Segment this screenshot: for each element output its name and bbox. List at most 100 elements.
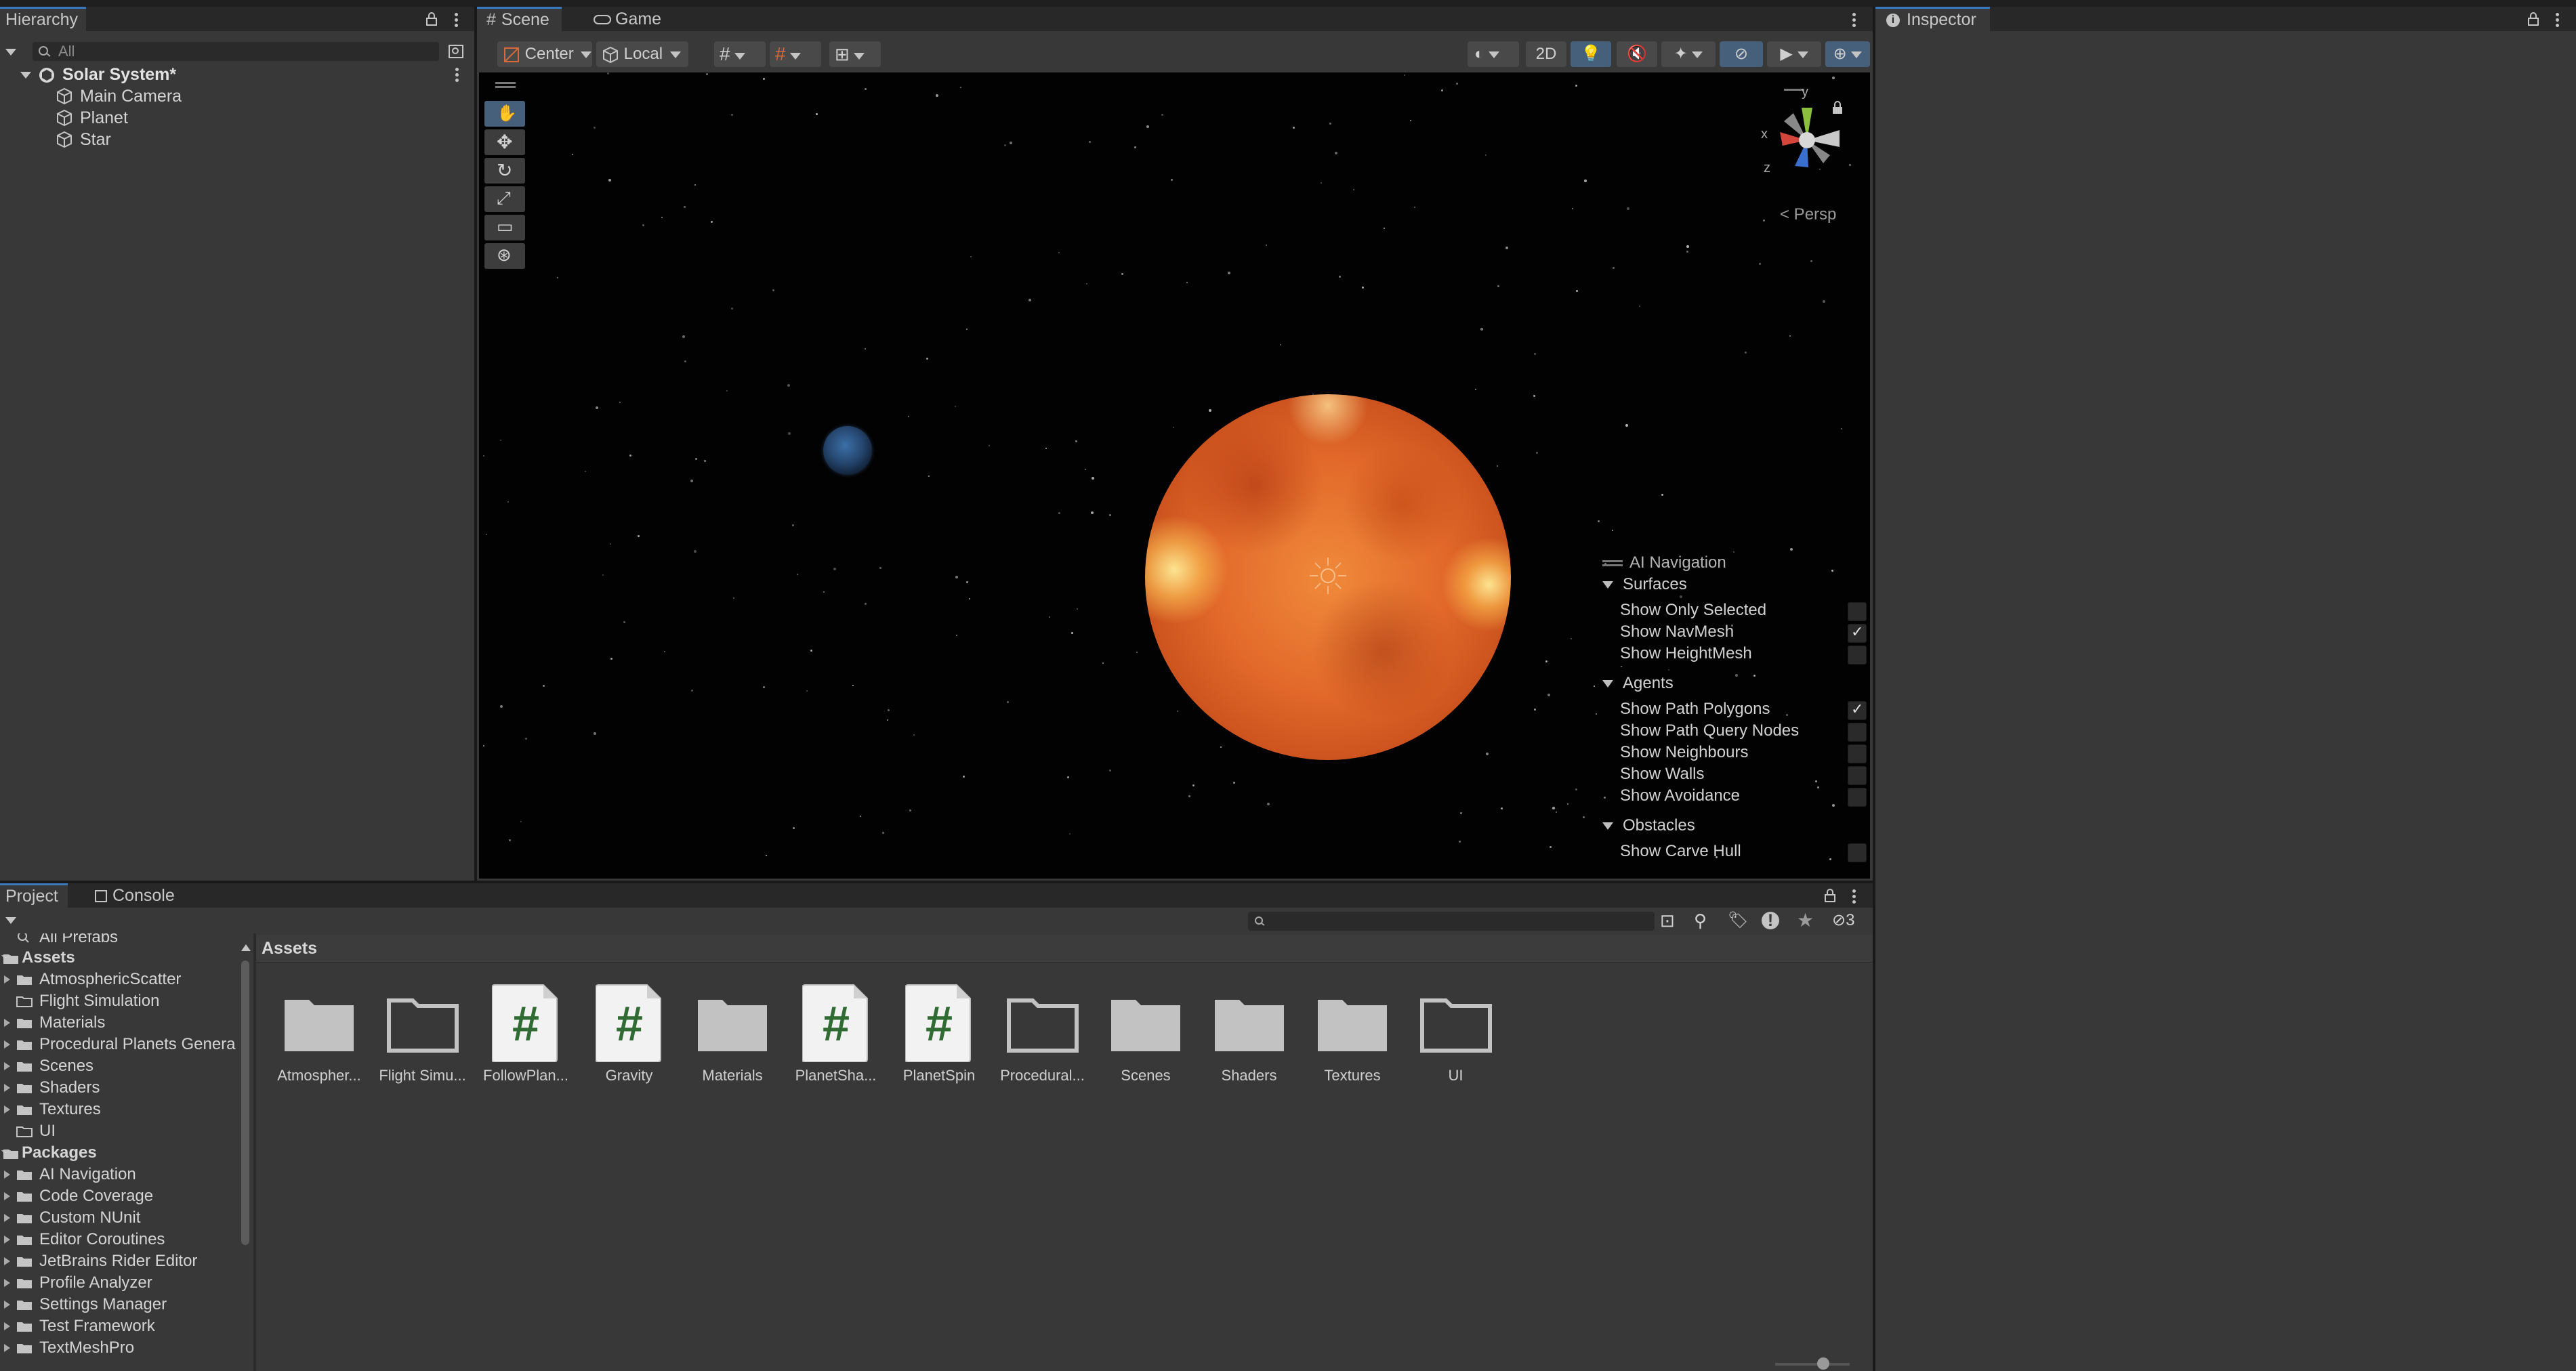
asset-item[interactable]: # FollowPlan... — [475, 982, 577, 1091]
log-type-icon[interactable]: ! — [1762, 912, 1779, 929]
tree-item[interactable]: AI Navigation — [0, 1164, 240, 1185]
tree-item[interactable]: Settings Manager — [0, 1294, 240, 1315]
axis-cone-icon[interactable] — [1760, 93, 1854, 188]
tree-item[interactable]: Test Framework — [0, 1315, 240, 1337]
overlay-section-1[interactable]: Agents — [1602, 673, 1674, 694]
expand-arrow-icon[interactable] — [4, 1279, 10, 1287]
tree-item[interactable]: Editor Coroutines — [0, 1229, 240, 1250]
hierarchy-item-planet[interactable]: Planet — [0, 107, 474, 129]
expand-arrow-icon[interactable] — [4, 1192, 10, 1200]
tree-item[interactable]: Textures — [0, 1099, 240, 1120]
create-dropdown-icon[interactable] — [5, 49, 16, 56]
transform-tool[interactable]: ⊛ — [484, 243, 525, 269]
space-dropdown[interactable]: Local — [596, 41, 688, 67]
option-checkbox[interactable] — [1848, 788, 1867, 807]
overlay-section-2[interactable]: Obstacles — [1602, 815, 1695, 837]
lock-icon[interactable] — [2527, 12, 2539, 26]
hierarchy-item-star[interactable]: Star — [0, 129, 474, 150]
grid-visibility-toggle[interactable]: # — [714, 41, 766, 67]
option-checkbox[interactable] — [1848, 646, 1867, 665]
scene-menu-icon[interactable] — [455, 67, 459, 83]
hierarchy-search-input[interactable]: All — [33, 42, 439, 61]
breadcrumb-assets[interactable]: Assets — [262, 935, 317, 962]
move-tool[interactable]: ✥ — [484, 129, 525, 155]
inspector-menu-icon[interactable] — [2556, 12, 2560, 28]
expand-arrow-icon[interactable] — [4, 1322, 10, 1330]
camera-settings-dropdown[interactable]: ▶ — [1767, 41, 1821, 67]
overlay-section-0[interactable]: Surfaces — [1602, 574, 1687, 595]
tab-scene[interactable]: # Scene — [477, 7, 562, 31]
grid-snapping-toggle[interactable]: # — [770, 41, 821, 67]
expand-arrow-icon[interactable] — [4, 1214, 10, 1222]
expand-arrow-icon[interactable] — [4, 1344, 10, 1352]
tree-item[interactable]: Shaders — [0, 1077, 240, 1099]
draw-mode-dropdown[interactable]: ◐ — [1468, 41, 1519, 67]
tree-root-packages[interactable]: Packages — [0, 1142, 240, 1164]
projection-toggle[interactable]: < Persp — [1780, 205, 1836, 224]
hierarchy-scene-row[interactable]: Solar System* — [0, 64, 474, 85]
option-checkbox[interactable] — [1848, 723, 1867, 742]
asset-item[interactable]: Flight Simu... — [372, 982, 474, 1091]
asset-item[interactable]: Atmospher... — [268, 982, 370, 1091]
tab-hierarchy[interactable]: Hierarchy — [0, 7, 86, 31]
hand-tool[interactable]: ✋ — [484, 101, 525, 127]
rect-tool[interactable]: ▭ — [484, 215, 525, 240]
rotate-tool[interactable]: ↻ — [484, 158, 525, 184]
option-checkbox[interactable] — [1848, 744, 1867, 763]
project-search-input[interactable] — [1248, 912, 1655, 931]
lighting-toggle[interactable]: 💡 — [1571, 41, 1611, 67]
asset-item[interactable]: Textures — [1302, 982, 1403, 1091]
option-checkbox[interactable]: ✓ — [1848, 623, 1867, 643]
expand-arrow-icon[interactable] — [4, 1062, 10, 1070]
asset-item[interactable]: Scenes — [1095, 982, 1197, 1091]
lock-icon[interactable] — [1824, 889, 1836, 902]
expand-arrow-icon[interactable] — [4, 1040, 10, 1049]
planet-object[interactable] — [823, 426, 872, 475]
tree-item[interactable]: Procedural Planets Genera — [0, 1034, 240, 1055]
favorite-item[interactable]: All Prefabs — [0, 933, 240, 948]
favorite-star-icon[interactable]: ★ — [1797, 909, 1814, 931]
expand-arrow-icon[interactable] — [4, 1084, 10, 1092]
option-checkbox[interactable]: ✓ — [1848, 700, 1867, 720]
expand-arrow-icon[interactable] — [4, 1170, 10, 1179]
pivot-dropdown[interactable]: Center — [497, 41, 592, 67]
hierarchy-menu-icon[interactable] — [455, 12, 459, 28]
audio-toggle[interactable]: 🔇 — [1617, 41, 1657, 67]
tab-console[interactable]: Console — [87, 883, 183, 908]
increment-snap-toggle[interactable]: ⊞ — [829, 41, 881, 67]
tree-item[interactable]: Materials — [0, 1012, 240, 1034]
option-checkbox[interactable] — [1848, 843, 1867, 862]
option-checkbox[interactable] — [1848, 766, 1867, 785]
asset-item[interactable]: Materials — [682, 982, 783, 1091]
scroll-up-arrow-icon[interactable] — [241, 944, 251, 951]
tree-root-assets[interactable]: Assets — [0, 947, 240, 969]
asset-item[interactable]: # PlanetSpin — [888, 982, 990, 1091]
expand-arrow-icon[interactable] — [4, 975, 10, 984]
orientation-gizmo[interactable]: y x z < Persp — [1753, 79, 1868, 228]
asset-item[interactable]: # Gravity — [579, 982, 680, 1091]
tree-item[interactable]: UI — [0, 1120, 240, 1142]
expand-arrow-icon[interactable] — [4, 1301, 10, 1309]
slider-thumb[interactable] — [1817, 1357, 1829, 1370]
tab-project[interactable]: Project — [0, 883, 68, 908]
hierarchy-item-main-camera[interactable]: Main Camera — [0, 85, 474, 107]
gizmos-dropdown[interactable]: ⊕ — [1825, 41, 1870, 67]
hidden-packages-toggle[interactable]: ⊘3 — [1832, 910, 1854, 930]
create-dropdown-icon[interactable] — [5, 917, 16, 924]
tree-item[interactable]: Flight Simulation — [0, 990, 240, 1012]
tree-item[interactable]: Custom NUnit — [0, 1207, 240, 1229]
tree-item[interactable]: Profile Analyzer — [0, 1272, 240, 1294]
filter-by-type-icon[interactable]: ⚲ — [1694, 910, 1707, 931]
asset-item[interactable]: # PlanetSha... — [785, 982, 887, 1091]
search-by-type-icon[interactable]: ⊡ — [1660, 910, 1675, 931]
scroll-thumb[interactable] — [241, 961, 249, 1245]
expand-arrow-icon[interactable] — [4, 1105, 10, 1114]
2d-mode-toggle[interactable]: 2D — [1526, 41, 1566, 67]
asset-item[interactable]: Procedural... — [992, 982, 1094, 1091]
expand-arrow-icon[interactable] — [4, 1236, 10, 1244]
scene-visibility-toggle[interactable]: ⊘ — [1720, 41, 1763, 67]
lock-icon[interactable] — [425, 12, 438, 26]
tab-game[interactable]: Game — [585, 7, 669, 31]
asset-item[interactable]: UI — [1405, 982, 1507, 1091]
icon-size-slider[interactable] — [1775, 1357, 1850, 1370]
